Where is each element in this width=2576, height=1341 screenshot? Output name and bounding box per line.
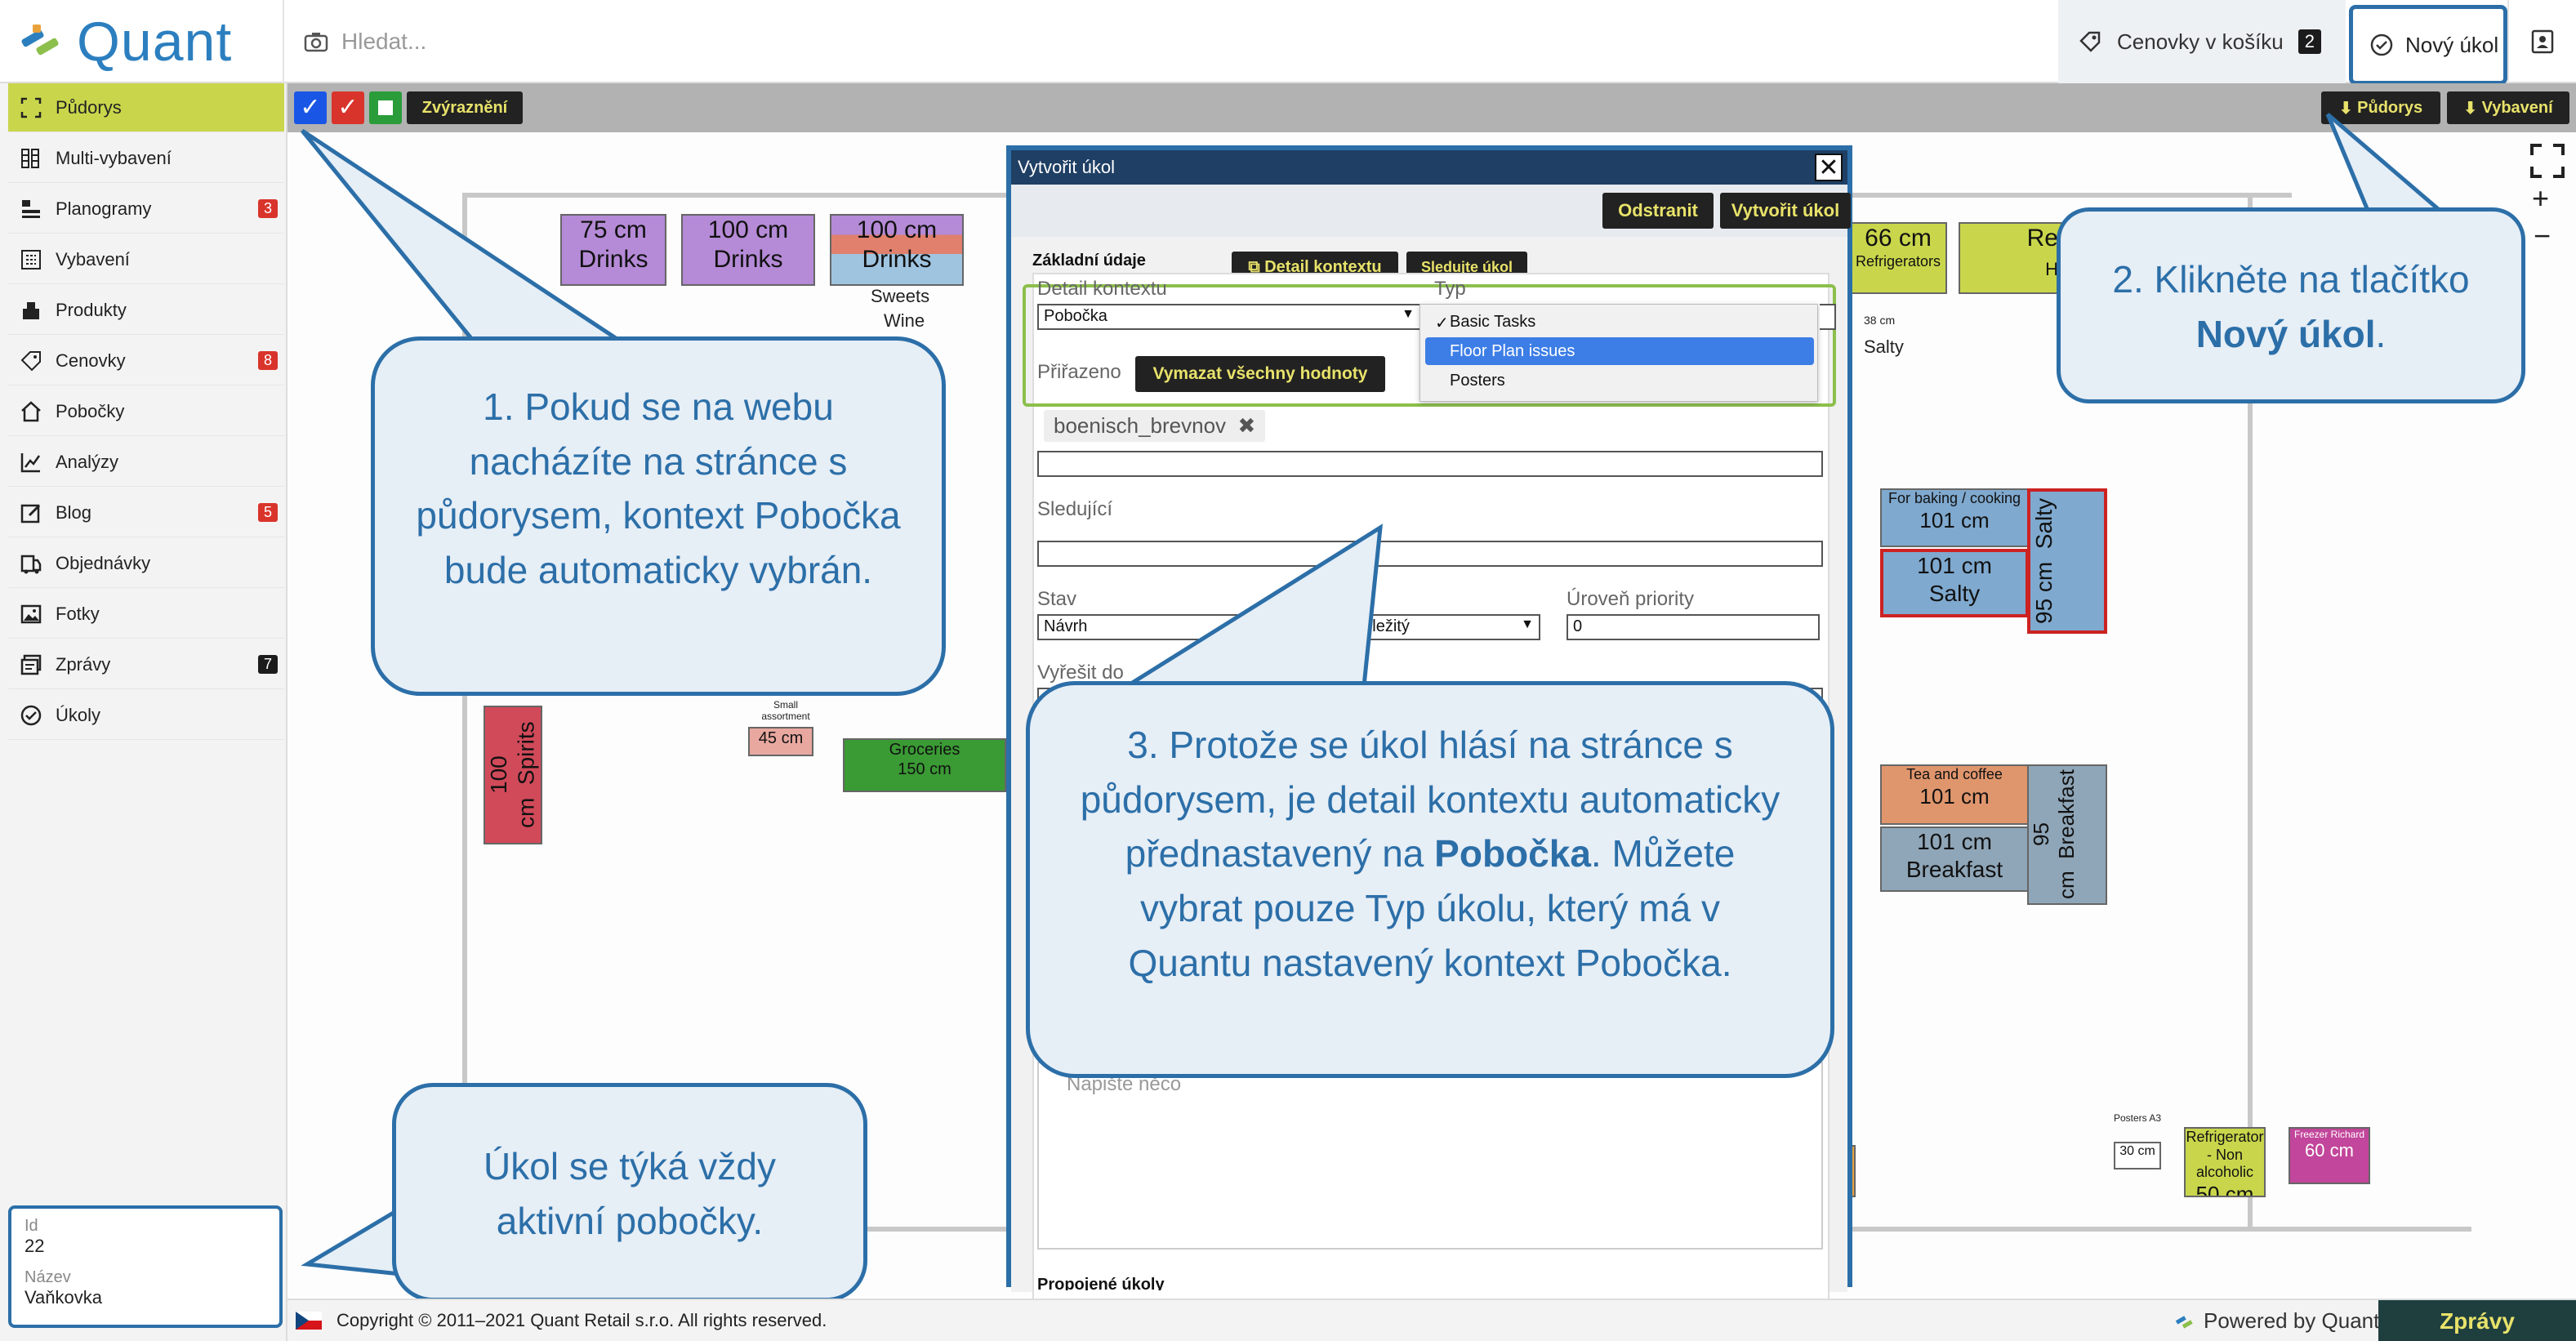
messages-button[interactable]: Zprávy [2378, 1300, 2576, 1341]
callout-pointer [301, 1205, 403, 1276]
copyright-text: Copyright © 2011–2021 Quant Retail s.r.o… [336, 1310, 827, 1330]
callout-2: 2. Klikněte na tlačítko Nový úkol. [2057, 207, 2525, 403]
quant-small-logo-icon [2175, 1315, 2193, 1329]
callout-4: Úkol se týká vždy aktivní pobočky. [392, 1083, 867, 1302]
footer: Copyright © 2011–2021 Quant Retail s.r.o… [287, 1299, 2576, 1341]
czech-flag-icon[interactable] [296, 1312, 322, 1330]
powered-by[interactable]: Powered by Quant [2174, 1308, 2379, 1334]
callout-3: 3. Protože se úkol hlásí na stránce s pů… [1026, 681, 1834, 1078]
callout-pointer [301, 128, 628, 344]
callout-pointer [2325, 113, 2448, 215]
callout-pointer [1120, 523, 1384, 688]
callout-1: 1. Pokud se na webu nacházíte na stránce… [371, 336, 946, 696]
